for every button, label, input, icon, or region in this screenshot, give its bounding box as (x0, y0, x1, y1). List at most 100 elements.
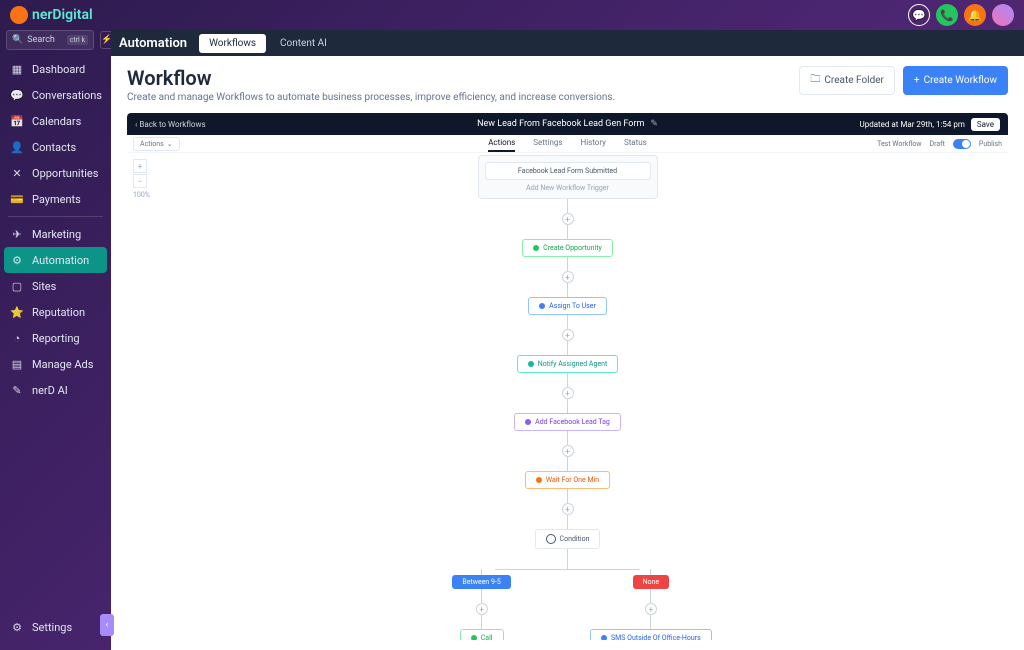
builder-tab-status[interactable]: Status (624, 135, 647, 152)
sidebar-item-automation[interactable]: ⚙Automation (4, 247, 107, 273)
add-step-button[interactable]: + (562, 503, 574, 515)
branch-no: None + SMS Outside Of Office-Hours + Wai… (590, 575, 712, 640)
search-input[interactable]: 🔍 Search ctrl k (6, 30, 94, 50)
ads-icon: ▤ (10, 357, 24, 371)
search-shortcut: ctrl k (67, 35, 88, 45)
notifications-icon[interactable]: 🔔 (964, 4, 986, 26)
page-header: Workflow Create and manage Workflows to … (111, 56, 1024, 113)
brand-logo[interactable]: nerDigital (10, 6, 93, 24)
actions-dropdown[interactable]: Actions⌄ (133, 137, 180, 151)
builder-tab-history[interactable]: History (580, 135, 605, 152)
add-step-button[interactable]: + (476, 603, 488, 615)
node-wait-1min[interactable]: Wait For One Min (525, 471, 610, 489)
user-icon (539, 303, 545, 309)
ai-icon: ✎ (10, 383, 24, 397)
create-workflow-button[interactable]: +Create Workflow (903, 66, 1008, 95)
tab-workflows[interactable]: Workflows (199, 34, 266, 53)
node-add-tag[interactable]: Add Facebook Lead Tag (514, 413, 621, 431)
sidebar-item-settings[interactable]: ⚙Settings (0, 614, 111, 640)
draft-label: Draft (930, 140, 945, 148)
add-step-button[interactable]: + (562, 387, 574, 399)
sidebar-item-conversations[interactable]: 💬Conversations (0, 82, 111, 108)
page-title: Workflow (127, 66, 615, 90)
workflow-builder: ‹ Back to Workflows New Lead From Facebo… (127, 113, 1008, 640)
add-step-button[interactable]: + (562, 445, 574, 457)
sidebar-item-contacts[interactable]: 👤Contacts (0, 134, 111, 160)
workflow-name: New Lead From Facebook Lead Gen Form ✎ (477, 119, 658, 129)
node-notify-agent[interactable]: Notify Assigned Agent (517, 355, 619, 373)
workflow-flow: Facebook Lead Form Submitted Add New Wor… (127, 153, 1008, 640)
branch-label-none[interactable]: None (633, 575, 670, 589)
builder-tab-settings[interactable]: Settings (533, 135, 562, 152)
avatar[interactable] (992, 4, 1014, 26)
tab-content-ai[interactable]: Content AI (270, 34, 337, 53)
wait-icon (536, 477, 542, 483)
section-title: Automation (119, 36, 187, 51)
node-call[interactable]: Call (460, 629, 504, 640)
opportunity-icon (533, 245, 539, 251)
sidebar-item-dashboard[interactable]: ▦Dashboard (0, 56, 111, 82)
sidebar: 🔍 Search ctrl k ⚡ ▦Dashboard 💬Conversati… (0, 30, 111, 650)
add-step-button[interactable]: + (562, 213, 574, 225)
sidebar-item-nerd-ai[interactable]: ✎nerD AI (0, 377, 111, 403)
sidebar-item-sites[interactable]: ▢Sites (0, 273, 111, 299)
payments-icon: 💳 (10, 192, 24, 206)
phone-icon[interactable]: 📞 (936, 4, 958, 26)
main-content: Automation Workflows Content AI Workflow… (111, 30, 1024, 650)
notify-icon (528, 361, 534, 367)
node-sms-outside[interactable]: SMS Outside Of Office-Hours (590, 629, 712, 640)
call-icon (471, 635, 477, 640)
contacts-icon: 👤 (10, 140, 24, 154)
sidebar-item-manage-ads[interactable]: ▤Manage Ads (0, 351, 111, 377)
zoom-controls: + − 100% (133, 159, 150, 199)
test-workflow-link[interactable]: Test Workflow (877, 140, 921, 148)
create-folder-button[interactable]: 🗀Create Folder (799, 66, 895, 95)
search-placeholder: Search (27, 35, 55, 45)
builder-tabs: Actions⌄ Actions Settings History Status… (127, 135, 1008, 153)
add-trigger-button[interactable]: Add New Workflow Trigger (485, 184, 651, 192)
branch-container: Between 9-5 + Call + SMS + Wait 30 Min F… (423, 575, 711, 640)
reporting-icon: ◔ (10, 331, 24, 345)
builder-tab-actions[interactable]: Actions (488, 135, 515, 152)
node-create-opportunity[interactable]: Create Opportunity (522, 239, 613, 257)
collapse-sidebar-button[interactable]: ‹ (100, 614, 114, 636)
publish-toggle[interactable] (953, 139, 971, 149)
plus-icon: + (914, 75, 920, 86)
opportunities-icon: ✕ (10, 166, 24, 180)
messages-icon[interactable]: 💬 (908, 4, 930, 26)
tag-icon (525, 419, 531, 425)
branch-yes: Between 9-5 + Call + SMS + Wait 30 Min F… (423, 575, 540, 640)
zoom-level: 100% (133, 191, 150, 199)
workflow-canvas[interactable]: + − 100% Facebook Lead Form Submitted Ad… (127, 153, 1008, 640)
zoom-out-button[interactable]: − (133, 174, 147, 188)
trigger-node[interactable]: Facebook Lead Form Submitted (485, 162, 651, 180)
reputation-icon: ⭐ (10, 305, 24, 319)
zoom-in-button[interactable]: + (133, 159, 147, 173)
automation-icon: ⚙ (10, 253, 24, 267)
folder-icon: 🗀 (810, 72, 820, 89)
sidebar-item-reporting[interactable]: ◔Reporting (0, 325, 111, 351)
sidebar-item-opportunities[interactable]: ✕Opportunities (0, 160, 111, 186)
back-link[interactable]: ‹ Back to Workflows (135, 120, 206, 129)
branch-label-between[interactable]: Between 9-5 (452, 575, 510, 589)
conversations-icon: 💬 (10, 88, 24, 102)
add-step-button[interactable]: + (562, 329, 574, 341)
sidebar-item-payments[interactable]: 💳Payments (0, 186, 111, 212)
save-button[interactable]: Save (971, 118, 1000, 131)
chevron-down-icon: ⌄ (167, 140, 173, 148)
edit-name-icon[interactable]: ✎ (650, 119, 658, 129)
calendars-icon: 📅 (10, 114, 24, 128)
sms-icon (601, 635, 607, 640)
add-step-button[interactable]: + (645, 603, 657, 615)
page-subtitle: Create and manage Workflows to automate … (127, 92, 615, 103)
node-condition[interactable]: Condition (535, 529, 601, 549)
add-step-button[interactable]: + (562, 271, 574, 283)
topbar: nerDigital 💬 📞 🔔 (0, 0, 1024, 30)
brand-name: nerDigital (32, 7, 93, 23)
sidebar-separator (8, 216, 103, 217)
node-assign-user[interactable]: Assign To User (528, 297, 607, 315)
sidebar-item-reputation[interactable]: ⭐Reputation (0, 299, 111, 325)
sidebar-item-marketing[interactable]: ✈Marketing (0, 221, 111, 247)
sidebar-item-calendars[interactable]: 📅Calendars (0, 108, 111, 134)
topbar-actions: 💬 📞 🔔 (908, 4, 1014, 26)
